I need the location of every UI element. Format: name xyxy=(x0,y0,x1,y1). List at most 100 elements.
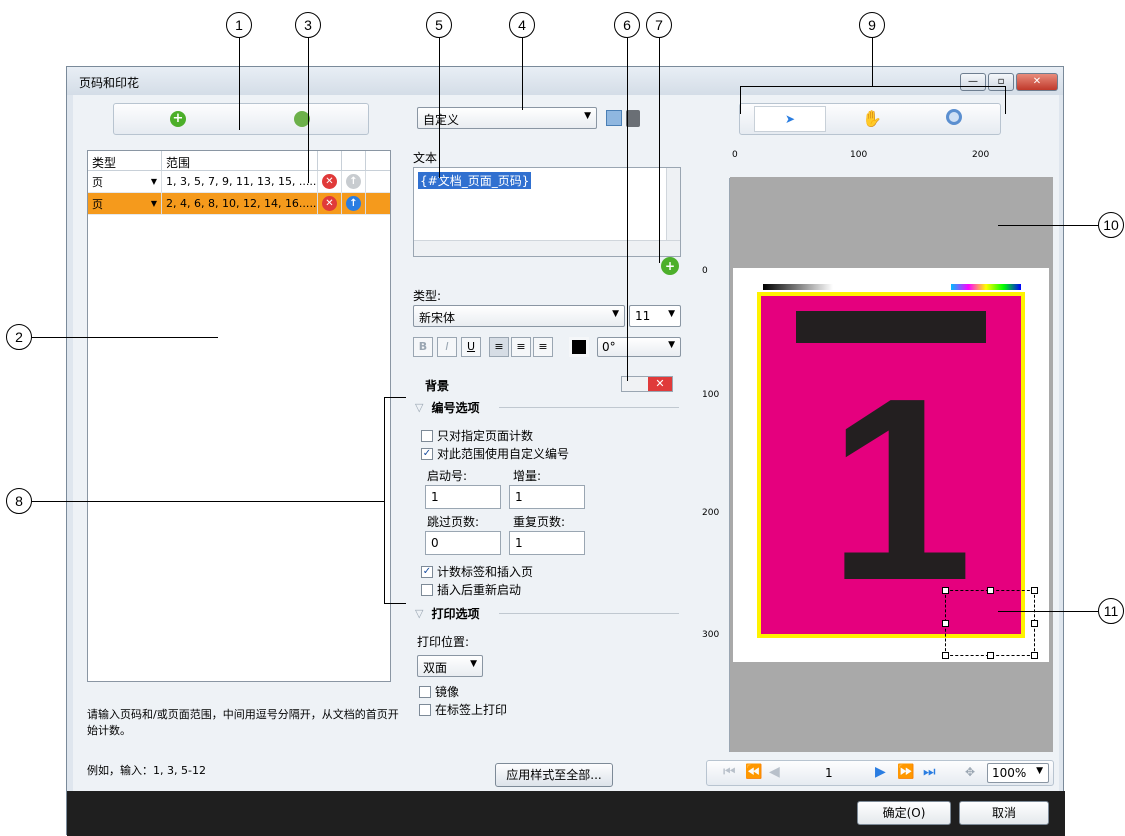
resize-handle[interactable] xyxy=(1031,652,1038,659)
zoom-select[interactable]: 100% ▼ xyxy=(987,763,1049,783)
column-type[interactable]: 类型 xyxy=(88,151,162,170)
minimize-button[interactable]: — xyxy=(960,73,986,91)
callout-8: 8 xyxy=(6,488,32,514)
underline-button[interactable]: U xyxy=(461,337,481,357)
resize-handle[interactable] xyxy=(942,620,949,627)
first-page-icon[interactable]: ⏮ xyxy=(723,764,736,780)
close-button[interactable]: ✕ xyxy=(1016,73,1058,91)
hand-tool-icon[interactable]: ✋ xyxy=(862,109,882,128)
save-icon[interactable] xyxy=(606,110,622,126)
insert-field-icon[interactable]: + xyxy=(661,257,679,275)
background-label: 背景 xyxy=(425,379,450,393)
align-right-button[interactable]: ≡ xyxy=(533,337,553,357)
callout-11: 11 xyxy=(1098,598,1124,624)
print-position-label: 打印位置: xyxy=(417,635,470,649)
prev-fast-icon[interactable]: ⏪ xyxy=(745,764,762,780)
count-tabs-checkbox[interactable]: ✓ 计数标签和插入页 xyxy=(421,563,533,580)
column-range[interactable]: 范围 xyxy=(162,151,318,170)
zoom-tool-icon[interactable] xyxy=(946,109,962,125)
chevron-down-icon: ▼ xyxy=(668,340,675,350)
font-select[interactable]: 新宋体 ▼ xyxy=(413,305,625,327)
delete-icon[interactable]: ✕ xyxy=(322,196,337,211)
last-page-icon[interactable]: ⏭ xyxy=(923,764,936,780)
chevron-down-icon: ▼ xyxy=(612,309,619,319)
align-left-button[interactable]: ≡ xyxy=(489,337,509,357)
move-up-icon[interactable]: ↑ xyxy=(346,174,361,189)
text-area[interactable]: {#文档_页面_页码} xyxy=(413,167,681,257)
cancel-button[interactable]: 取消 xyxy=(959,801,1049,825)
color-bar-left xyxy=(763,284,833,290)
italic-button[interactable]: I xyxy=(437,337,457,357)
callout-2: 2 xyxy=(6,324,32,350)
color-swatch[interactable] xyxy=(569,337,589,357)
align-center-button[interactable]: ≡ xyxy=(511,337,531,357)
mirror-checkbox[interactable]: 镜像 xyxy=(419,683,459,700)
start-number-field[interactable]: 1 xyxy=(425,485,501,509)
off-icon: ✕ xyxy=(648,377,672,391)
numbering-section-header[interactable]: ▽ 编号选项 xyxy=(415,399,683,416)
increment-field[interactable]: 1 xyxy=(509,485,585,509)
range-list-header: 类型 范围 xyxy=(88,151,390,171)
range-example: 例如，输入：1, 3, 5-12 xyxy=(87,764,206,777)
background-toggle[interactable]: ✕ xyxy=(621,376,673,392)
font-size-select[interactable]: 11 ▼ xyxy=(629,305,681,327)
skip-label: 跳过页数: xyxy=(427,515,480,529)
chevron-down-icon: ▼ xyxy=(668,309,675,319)
add-range-icon[interactable]: + xyxy=(170,111,186,127)
next-page-icon[interactable]: ▶ xyxy=(875,764,886,780)
text-value: {#文档_页面_页码} xyxy=(418,172,532,189)
title-bar: 页码和印花 — ▫ ✕ xyxy=(67,67,1063,95)
dropdown-icon: ▼ xyxy=(150,177,157,186)
print-section-header[interactable]: ▽ 打印选项 xyxy=(415,605,683,622)
maximize-button[interactable]: ▫ xyxy=(988,73,1014,91)
callout-5: 5 xyxy=(426,12,452,38)
custom-numbering-checkbox[interactable]: ✓ 对此范围使用自定义编号 xyxy=(421,445,569,462)
ruler-left: 0 100 200 300 xyxy=(698,178,730,752)
resize-handle[interactable] xyxy=(1031,587,1038,594)
collapse-icon: ▽ xyxy=(415,401,424,414)
callout-10: 10 xyxy=(1098,212,1124,238)
chevron-down-icon: ▼ xyxy=(470,659,477,669)
dropdown-icon: ▼ xyxy=(150,199,157,208)
resize-handle[interactable] xyxy=(1031,620,1038,627)
scrollbar-horizontal[interactable] xyxy=(414,240,680,256)
start-label: 启动号: xyxy=(427,469,468,483)
restart-after-insert-checkbox[interactable]: 插入后重新启动 xyxy=(421,581,521,598)
resize-handle[interactable] xyxy=(987,652,994,659)
trash-icon[interactable] xyxy=(626,110,640,127)
callout-1: 1 xyxy=(226,12,252,38)
table-row[interactable]: 页▼ 1, 3, 5, 7, 9, 11, 13, 15, ...... ✕ ↑ xyxy=(88,171,390,193)
prev-page-icon[interactable]: ◀ xyxy=(769,764,780,780)
next-fast-icon[interactable]: ⏩ xyxy=(897,764,914,780)
pan-icon[interactable]: ✥ xyxy=(965,765,975,779)
delete-icon[interactable]: ✕ xyxy=(322,174,337,189)
current-page[interactable]: 1 xyxy=(825,766,833,780)
only-count-specified-checkbox[interactable]: 只对指定页面计数 xyxy=(421,427,533,444)
resize-handle[interactable] xyxy=(942,652,949,659)
print-position-select[interactable]: 双面 ▼ xyxy=(417,655,483,677)
rotation-select[interactable]: 0° ▼ xyxy=(597,337,681,357)
ruler-top: 0 100 200 xyxy=(730,150,1053,178)
repeat-pages-field[interactable]: 1 xyxy=(509,531,585,555)
scrollbar-vertical[interactable] xyxy=(666,168,680,240)
pointer-tool-icon[interactable]: ➤ xyxy=(754,106,826,132)
callout-9: 9 xyxy=(859,12,885,38)
chevron-down-icon: ▼ xyxy=(1036,766,1043,776)
table-row-selected[interactable]: 页▼ 2, 4, 6, 8, 10, 12, 14, 16...... ✕ ↑ xyxy=(88,193,390,215)
preset-select[interactable]: 自定义 ▼ xyxy=(417,107,597,129)
print-on-tabs-checkbox[interactable]: 在标签上打印 xyxy=(419,701,507,718)
move-up-icon[interactable]: ↑ xyxy=(346,196,361,211)
resize-handle[interactable] xyxy=(942,587,949,594)
preview-toolbar: ➤ ✋ xyxy=(739,103,1001,135)
collapse-icon: ▽ xyxy=(415,607,424,620)
chevron-down-icon: ▼ xyxy=(584,111,591,121)
ok-button[interactable]: 确定(O) xyxy=(857,801,951,825)
stamp-selection-box[interactable] xyxy=(942,587,1038,659)
skip-pages-field[interactable]: 0 xyxy=(425,531,501,555)
apply-all-button[interactable]: 应用样式至全部... xyxy=(495,763,613,787)
resize-handle[interactable] xyxy=(987,587,994,594)
footer-bar: 确定(O) 取消 xyxy=(67,791,1065,836)
preview-page-number: 1 xyxy=(828,345,973,635)
callout-7: 7 xyxy=(646,12,672,38)
bold-button[interactable]: B xyxy=(413,337,433,357)
